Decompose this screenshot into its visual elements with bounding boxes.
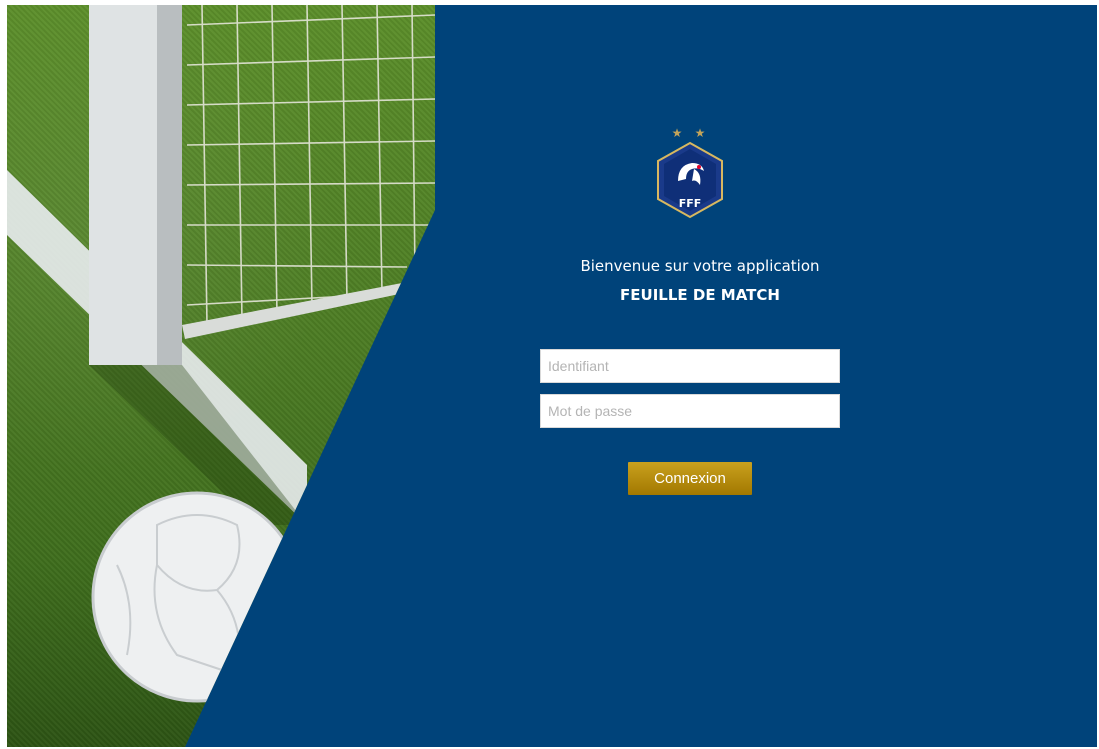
welcome-text: Bienvenue sur votre application — [580, 257, 820, 275]
football — [91, 491, 303, 703]
goal-ground-bar — [182, 283, 404, 339]
star-icon: ★ — [672, 126, 683, 140]
login-screen: ★ ★ FFF Bienvenue sur votre application … — [7, 5, 1097, 747]
goal-net — [186, 5, 435, 326]
login-button[interactable]: Connexion — [628, 462, 752, 495]
username-input[interactable] — [540, 349, 840, 383]
fff-crest-icon: ★ ★ FFF — [650, 123, 730, 223]
hero-photo — [7, 5, 435, 747]
logo-text: FFF — [679, 197, 702, 210]
password-input[interactable] — [540, 394, 840, 428]
pitch-illustration — [7, 5, 435, 703]
star-icon: ★ — [695, 126, 706, 140]
app-title: FEUILLE DE MATCH — [620, 286, 780, 304]
